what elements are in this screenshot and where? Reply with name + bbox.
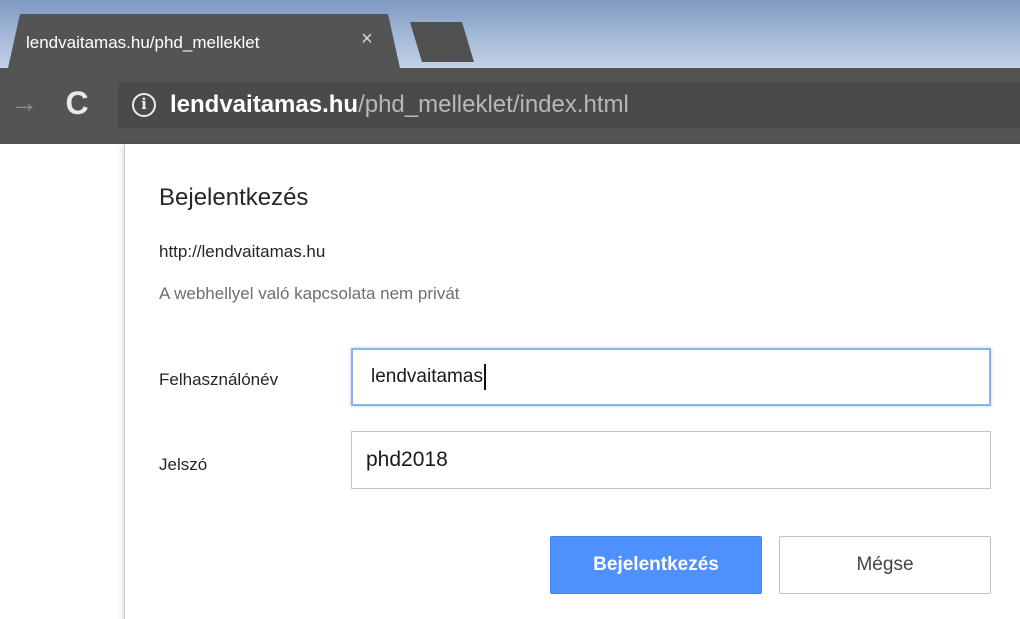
dialog-origin: http://lendvaitamas.hu (159, 242, 326, 261)
login-button[interactable]: Bejelentkezés (550, 536, 762, 594)
password-label: Jelszó (159, 455, 208, 474)
url-text[interactable]: lendvaitamas.hu/phd_melleklet/index.html (170, 91, 629, 119)
url-path: /phd_melleklet/index.html (358, 91, 629, 118)
tab-close-icon[interactable]: × (356, 28, 378, 50)
username-label: Felhasználónév (159, 370, 279, 389)
username-input[interactable]: lendvaitamas (351, 348, 991, 406)
username-value: lendvaitamas (371, 366, 483, 387)
auth-dialog: Bejelentkezés http://lendvaitamas.hu A w… (124, 144, 1020, 619)
password-input[interactable]: phd2018 (351, 431, 991, 489)
text-caret (483, 363, 486, 390)
forward-arrow-icon[interactable]: → (8, 84, 40, 122)
reload-icon[interactable]: C (58, 82, 96, 124)
connection-warning: A webhellyel való kapcsolata nem privát (159, 284, 460, 303)
browser-toolbar: → C i lendvaitamas.hu/phd_melleklet/inde… (0, 68, 1020, 144)
new-tab-button[interactable] (410, 22, 474, 62)
tab-title[interactable]: lendvaitamas.hu/phd_melleklet (26, 33, 346, 53)
info-icon[interactable]: i (132, 93, 156, 117)
cancel-button[interactable]: Mégse (779, 536, 991, 594)
dialog-title: Bejelentkezés (159, 184, 309, 211)
password-value: phd2018 (366, 448, 448, 471)
tab-strip: lendvaitamas.hu/phd_melleklet × (0, 0, 1020, 68)
address-bar[interactable]: i lendvaitamas.hu/phd_melleklet/index.ht… (118, 82, 1020, 128)
url-host: lendvaitamas.hu (170, 91, 359, 118)
